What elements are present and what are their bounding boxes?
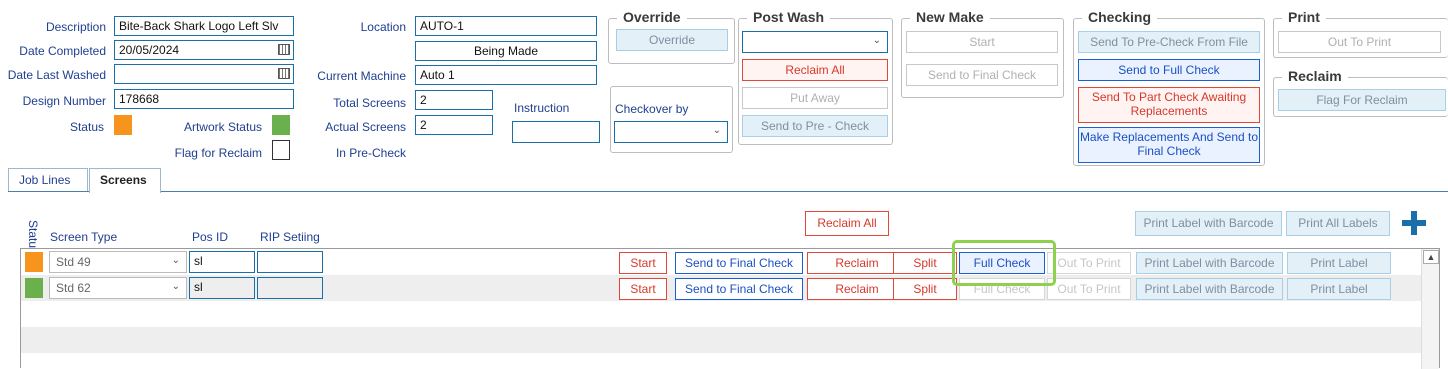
row-print-label-button[interactable]: Print Label [1287, 278, 1391, 300]
screen-type-select[interactable]: Std 62 ⌄ [49, 277, 187, 299]
row-full-check-button[interactable]: Full Check [959, 278, 1045, 300]
current-machine-field[interactable]: Auto 1 [415, 65, 597, 85]
rip-setting-field[interactable] [257, 277, 323, 299]
description-field[interactable]: Bite-Back Shark Logo Left Slv [114, 16, 294, 36]
pos-id-field[interactable]: sl [189, 251, 255, 273]
row-status-swatch [25, 278, 43, 298]
postwash-select[interactable]: ⌄ [742, 31, 888, 53]
table-row [21, 327, 1421, 353]
screens-reclaim-all-button[interactable]: Reclaim All [805, 211, 889, 236]
screens-grid: Std 49 ⌄ sl Start Send to Final Check Re… [20, 248, 1440, 369]
screen-type-header: Screen Type [50, 230, 118, 244]
chevron-down-icon: ⌄ [872, 35, 881, 46]
pos-id-header: Pos ID [192, 230, 229, 244]
total-screens-field[interactable]: 2 [415, 90, 493, 110]
reclaim-title: Reclaim [1282, 68, 1348, 84]
tab-screens[interactable]: Screens [89, 168, 161, 193]
calendar-icon[interactable] [278, 68, 290, 79]
screen-type-value: Std 49 [56, 255, 91, 269]
artwork-status-swatch [272, 115, 290, 135]
override-title: Override [617, 9, 687, 25]
row-status-swatch [25, 252, 43, 272]
grid-scrollbar[interactable]: ▲ [1421, 249, 1439, 369]
row-start-button[interactable]: Start [619, 252, 667, 274]
instruction-label: Instruction [514, 101, 570, 115]
table-row: Std 49 ⌄ sl Start Send to Final Check Re… [21, 249, 1421, 275]
send-part-check-button[interactable]: Send To Part Check Awaiting Replacements [1078, 87, 1260, 123]
flag-reclaim-label: Flag for Reclaim [174, 146, 262, 160]
print-label-barcode-button[interactable]: Print Label with Barcode [1135, 211, 1282, 236]
chevron-down-icon: ⌄ [171, 281, 180, 292]
checkover-label: Checkover by [615, 102, 689, 116]
calendar-icon[interactable] [278, 44, 290, 55]
chevron-down-icon: ⌄ [712, 125, 721, 136]
override-button[interactable]: Override [616, 29, 728, 51]
row-send-final-button[interactable]: Send to Final Check [675, 252, 803, 274]
rip-setting-header: RIP Setiing [260, 230, 320, 244]
row-out-to-print-button[interactable]: Out To Print [1047, 278, 1131, 300]
screen-type-select[interactable]: Std 49 ⌄ [49, 251, 187, 273]
design-number-label: Design Number [22, 94, 106, 108]
make-replacements-button[interactable]: Make Replacements And Send to Final Chec… [1078, 127, 1260, 163]
artwork-status-label: Artwork Status [183, 120, 262, 134]
newmake-title: New Make [910, 9, 990, 25]
checking-title: Checking [1082, 9, 1158, 25]
send-full-check-button[interactable]: Send to Full Check [1078, 59, 1260, 81]
table-row [21, 301, 1421, 327]
being-made-field: Being Made [415, 41, 597, 61]
scroll-up-icon[interactable]: ▲ [1423, 250, 1439, 264]
flag-for-reclaim-button[interactable]: Flag For Reclaim [1278, 89, 1446, 111]
postwash-reclaim-all-button[interactable]: Reclaim All [742, 59, 888, 81]
row-send-final-button[interactable]: Send to Final Check [675, 278, 803, 300]
description-label: Description [45, 20, 106, 34]
row-split-button[interactable]: Split [893, 278, 957, 300]
rip-setting-field[interactable] [257, 251, 323, 273]
put-away-button[interactable]: Put Away [742, 87, 888, 109]
date-completed-value: 20/05/2024 [119, 43, 180, 57]
postwash-title: Post Wash [747, 9, 831, 25]
send-to-precheck-button[interactable]: Send to Pre - Check [742, 115, 888, 137]
row-start-button[interactable]: Start [619, 278, 667, 300]
in-precheck-label: In Pre-Check [335, 146, 406, 160]
date-last-washed-label: Date Last Washed [7, 68, 106, 82]
row-split-button[interactable]: Split [893, 252, 957, 274]
row-reclaim-button[interactable]: Reclaim [807, 252, 907, 274]
send-precheck-file-button[interactable]: Send To Pre-Check From File [1078, 31, 1260, 53]
actual-screens-field[interactable]: 2 [415, 115, 493, 135]
total-screens-label: Total Screens [333, 96, 406, 110]
current-machine-label: Current Machine [317, 69, 406, 83]
row-print-label-barcode-button[interactable]: Print Label with Barcode [1136, 252, 1283, 274]
out-to-print-button[interactable]: Out To Print [1278, 31, 1441, 53]
location-label: Location [360, 20, 406, 34]
location-field[interactable]: AUTO-1 [415, 16, 597, 36]
print-all-labels-button[interactable]: Print All Labels [1286, 211, 1390, 236]
tab-job-lines[interactable]: Job Lines [8, 168, 88, 192]
newmake-start-button[interactable]: Start [906, 31, 1058, 53]
add-screen-icon[interactable] [1402, 211, 1426, 235]
chevron-down-icon: ⌄ [171, 255, 180, 266]
newmake-group: New Make [901, 9, 1064, 98]
row-print-label-button[interactable]: Print Label [1287, 252, 1391, 274]
row-reclaim-button[interactable]: Reclaim [807, 278, 907, 300]
design-number-field[interactable]: 178668 [114, 89, 294, 109]
status-label: Status [69, 120, 104, 134]
date-last-washed-field[interactable] [114, 64, 294, 84]
flag-reclaim-checkbox[interactable] [272, 140, 290, 160]
newmake-send-final-button[interactable]: Send to Final Check [906, 64, 1058, 86]
date-completed-field[interactable]: 20/05/2024 [114, 40, 294, 60]
row-out-to-print-button[interactable]: Out To Print [1047, 252, 1131, 274]
status-swatch [114, 115, 132, 135]
checkover-select[interactable]: ⌄ [614, 121, 728, 143]
screen-type-value: Std 62 [56, 281, 91, 295]
instruction-field[interactable] [512, 121, 600, 143]
table-row: Std 62 ⌄ sl Start Send to Final Check Re… [21, 275, 1421, 301]
date-completed-label: Date Completed [19, 44, 106, 58]
actual-screens-label: Actual Screens [325, 120, 406, 134]
pos-id-field[interactable]: sl [189, 277, 255, 299]
row-print-label-barcode-button[interactable]: Print Label with Barcode [1136, 278, 1283, 300]
row-full-check-button[interactable]: Full Check [959, 252, 1045, 274]
tab-divider [8, 191, 1448, 192]
print-title: Print [1282, 9, 1326, 25]
